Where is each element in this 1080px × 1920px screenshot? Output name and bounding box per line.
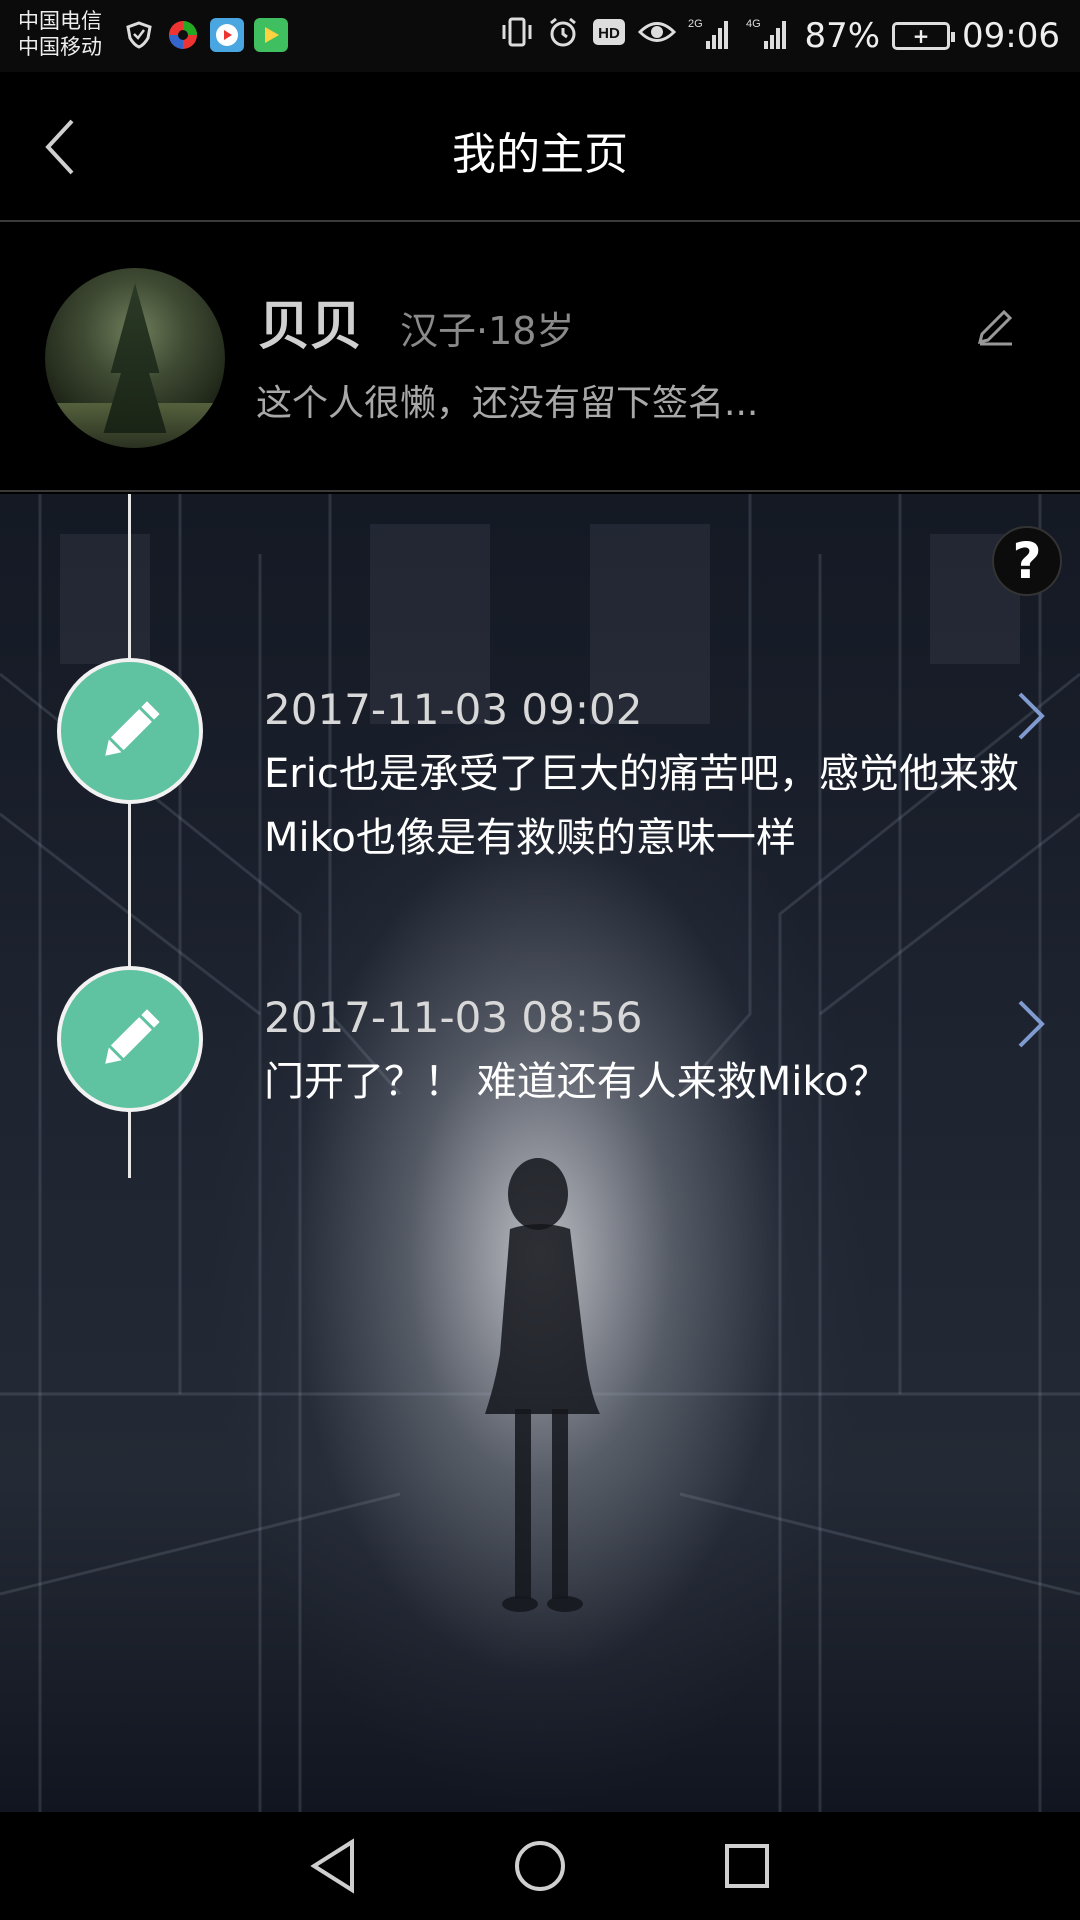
notification-icons [122, 18, 288, 52]
signal-4g-icon: 4G [746, 15, 792, 58]
shield-icon [122, 18, 156, 52]
nav-home-button[interactable] [510, 1836, 570, 1896]
user-meta: 汉子·18岁 [400, 309, 575, 353]
carrier-1: 中国电信 [18, 9, 102, 33]
clock: 09:06 [962, 16, 1060, 56]
entry-time: 2017-11-03 09:02 [264, 685, 643, 734]
battery-icon: + [892, 22, 956, 50]
user-signature: 这个人很懒，还没有留下签名... [256, 383, 759, 424]
nav-back-button[interactable] [303, 1836, 363, 1896]
system-status: HD 2G 4G 87% + 09:06 [500, 12, 1060, 60]
timeline-node [57, 966, 203, 1112]
chevron-right-icon[interactable] [1012, 686, 1052, 746]
signal-2g-icon: 2G [688, 15, 734, 58]
chevron-right-icon[interactable] [1012, 994, 1052, 1054]
girl-silhouette [485, 1158, 600, 1612]
svg-text:4G: 4G [746, 18, 761, 30]
profile-card: 贝贝 汉子·18岁 这个人很懒，还没有留下签名... [0, 224, 1080, 492]
system-nav-bar [0, 1812, 1080, 1920]
signal-2g-text: 2G [688, 18, 703, 30]
entry-text: 门开了？！ 难道还有人来救Miko？ [264, 1059, 889, 1105]
video-app-icon [210, 18, 244, 52]
square-recents-icon [724, 1844, 769, 1888]
pinwheel-icon [166, 18, 200, 52]
status-bar: 中国电信 中国移动 HD 2G 4G 87% + 09:06 [0, 0, 1080, 72]
help-label: ? [1012, 532, 1042, 590]
vibrate-icon [500, 15, 534, 58]
nav-recents-button[interactable] [717, 1836, 777, 1896]
carrier-labels: 中国电信 中国移动 [18, 8, 102, 60]
avatar-tree [103, 283, 167, 433]
pencil-icon [977, 309, 1013, 346]
triangle-back-icon [310, 1838, 355, 1894]
eye-icon [638, 16, 677, 56]
entry-text: Eric也是承受了巨大的痛苦吧，感觉他来救Miko也像是有救赎的意味一样 [264, 751, 1019, 861]
pencil-icon [105, 1009, 160, 1064]
carrier-2: 中国移动 [18, 35, 102, 59]
timeline-entry[interactable]: 2017-11-03 09:02 Eric也是承受了巨大的痛苦吧，感觉他来救Mi… [264, 684, 1054, 870]
app-header: 我的主页 [0, 72, 1080, 222]
edit-profile-button[interactable] [974, 302, 1018, 346]
play-app-icon [254, 18, 288, 52]
page-title: 我的主页 [452, 129, 628, 180]
entry-time: 2017-11-03 08:56 [264, 993, 643, 1042]
pencil-icon [105, 701, 160, 756]
user-name: 贝贝 [258, 297, 363, 357]
svg-text:HD: HD [599, 25, 621, 42]
circle-home-icon [514, 1841, 565, 1891]
avatar[interactable] [45, 268, 225, 448]
timeline-area: ? 2017-11-03 09:02 Eric也是承受了巨大的痛苦吧，感觉他来救… [0, 494, 1080, 1812]
hd-icon: HD [592, 16, 626, 56]
help-button[interactable]: ? [992, 526, 1062, 596]
timeline-node [57, 658, 203, 804]
battery-percent: 87% [804, 16, 881, 56]
timeline-entry[interactable]: 2017-11-03 08:56 门开了？！ 难道还有人来救Miko？ [264, 992, 1054, 1114]
alarm-icon [546, 15, 580, 58]
